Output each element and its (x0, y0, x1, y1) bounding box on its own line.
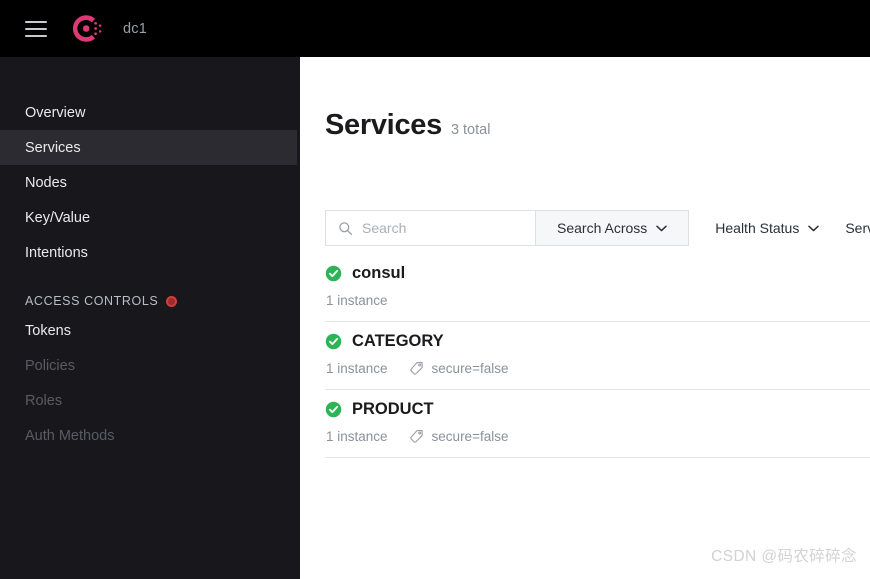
main-content-area: Services 3 total Search Across (300, 57, 870, 579)
service-name-row: CATEGORY (325, 330, 870, 352)
sidebar-item-label: Auth Methods (25, 427, 115, 444)
sidebar-item-label: Roles (25, 392, 63, 409)
service-name: PRODUCT (352, 399, 434, 418)
hamburger-line (25, 20, 47, 23)
sidebar-item-label: Policies (25, 357, 75, 374)
search-icon (338, 221, 353, 236)
tag-icon (409, 361, 424, 376)
hamburger-line (25, 27, 47, 30)
sidebar-item-nodes[interactable]: Nodes (0, 165, 300, 200)
service-name-row: consul (325, 262, 870, 284)
datacenter-selector[interactable]: dc1 (123, 21, 147, 37)
check-circle-icon (325, 401, 342, 418)
service-name: CATEGORY (352, 331, 444, 350)
sidebar-item-policies[interactable]: Policies (0, 348, 300, 383)
service-type-dropdown[interactable]: Serv (819, 210, 870, 246)
service-instance-count: 1 instance (326, 361, 388, 376)
top-navigation-bar: dc1 (0, 0, 870, 57)
chevron-down-icon (656, 225, 668, 232)
filter-toolbar: Search Across Health Status Serv (325, 210, 870, 246)
sidebar-item-tokens[interactable]: Tokens (0, 313, 300, 348)
hamburger-line (25, 34, 47, 37)
search-box[interactable] (325, 210, 536, 246)
service-tag: secure=false (409, 361, 509, 376)
sidebar-item-label: Overview (25, 104, 86, 121)
service-list-item-consul[interactable]: consul 1 instance (325, 254, 870, 322)
sidebar-item-intentions[interactable]: Intentions (0, 235, 300, 270)
service-name: consul (352, 263, 406, 282)
sidebar-item-label: Tokens (25, 322, 71, 339)
consul-logo-icon[interactable] (69, 11, 105, 47)
tag-icon (409, 429, 424, 444)
service-list-item-product[interactable]: PRODUCT 1 instance secure=false (325, 390, 870, 458)
service-type-label: Serv (845, 220, 870, 236)
search-input[interactable] (362, 220, 512, 236)
watermark: CSDN @码农碎碎念 (711, 548, 857, 565)
check-circle-icon (325, 333, 342, 350)
service-tag-label: secure=false (431, 429, 509, 444)
sidebar-nav-list: Overview Services Nodes Key/Value Intent… (0, 57, 300, 453)
sidebar-item-label: Intentions (25, 244, 88, 261)
health-status-dropdown[interactable]: Health Status (689, 210, 820, 246)
hamburger-menu-icon[interactable] (25, 20, 47, 37)
service-meta-row: 1 instance secure=false (325, 361, 870, 376)
service-tag: secure=false (409, 429, 509, 444)
service-total-count: 3 total (450, 122, 491, 138)
sidebar-item-services[interactable]: Services (0, 130, 297, 165)
sidebar-item-key-value[interactable]: Key/Value (0, 200, 300, 235)
search-across-label: Search Across (557, 220, 648, 236)
service-list-item-category[interactable]: CATEGORY 1 instance secure=false (325, 322, 870, 390)
search-across-dropdown[interactable]: Search Across (536, 210, 690, 246)
sidebar-item-roles[interactable]: Roles (0, 383, 300, 418)
sidebar-item-label: Services (25, 139, 81, 156)
sidebar-item-label: Key/Value (25, 209, 91, 226)
service-instance-count: 1 instance (326, 293, 388, 308)
page-title: Services (325, 109, 442, 141)
sidebar-navigation: Overview Services Nodes Key/Value Intent… (0, 57, 300, 579)
sidebar-item-overview[interactable]: Overview (0, 95, 300, 130)
service-list: consul 1 instance CATEGORY 1 instance se… (325, 254, 870, 458)
service-instance-count: 1 instance (326, 429, 388, 444)
consul-ui-window: dc1 Overview Services Nodes Key/Value In… (0, 0, 870, 579)
page-header: Services 3 total (325, 109, 490, 142)
sidebar-item-auth-methods[interactable]: Auth Methods (0, 418, 300, 453)
sidebar-section-label: ACCESS CONTROLS (25, 294, 159, 308)
sidebar-item-label: Nodes (25, 174, 67, 191)
service-name-row: PRODUCT (325, 398, 870, 420)
check-circle-icon (325, 265, 342, 282)
service-tag-label: secure=false (431, 361, 509, 376)
health-status-label: Health Status (715, 220, 800, 236)
service-meta-row: 1 instance (325, 293, 870, 308)
chevron-down-icon (808, 225, 820, 232)
record-dot-icon (166, 295, 178, 307)
service-meta-row: 1 instance secure=false (325, 429, 870, 444)
sidebar-section-access-controls: ACCESS CONTROLS (0, 289, 300, 313)
